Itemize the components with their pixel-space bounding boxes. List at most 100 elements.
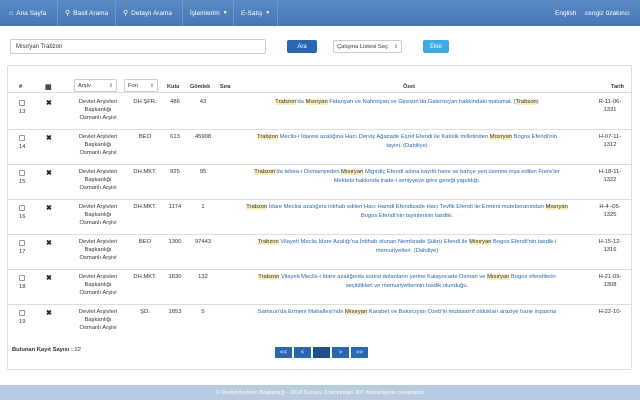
archive-line: Devlet Arşivleri (78, 309, 118, 315)
archive-line: Osmanlı Arşivi (79, 150, 117, 156)
results-table-body: 13 ✖ Devlet Arşivleri Başkanlığı Osmanlı Arş… (0, 0, 640, 330)
highlighted-term: Trabzon (275, 99, 297, 105)
summary-text: Vilayeti Meclis-i İdare azalığında süres… (279, 274, 488, 280)
remove-icon[interactable]: ✖ (46, 239, 52, 247)
row-divider (8, 164, 631, 165)
row-checkbox[interactable] (19, 170, 25, 176)
date-cell: R-11-06- 1331 (590, 98, 630, 114)
summary-text: Samsun'da Ermeni Mahallesi'nde (257, 309, 346, 315)
summary-link[interactable]: Trabzon'da tebea-i Osmaniyeden Mısıryan … (238, 168, 576, 185)
highlighted-term: Mısıryan (305, 99, 328, 105)
highlighted-term: Mısıryan (345, 309, 368, 315)
date-line: H-18-11- (598, 169, 622, 175)
summary-text: Fidanyan ve Nahroiyan ve Giresun'da Gale… (327, 99, 516, 105)
highlighted-term: Trabzon (257, 134, 279, 140)
row-checkbox[interactable] (19, 310, 25, 316)
row-checkbox[interactable] (19, 240, 25, 246)
summary-text: Bogos efendilerin (509, 274, 556, 280)
archive-line: Devlet Arşivleri (78, 134, 118, 140)
remove-icon[interactable]: ✖ (46, 274, 52, 282)
archive-line: Başkanlığı (84, 317, 112, 323)
highlighted-term: Trabzon (257, 239, 279, 245)
kutu-cell: 613 (170, 134, 180, 140)
row-number: 16 (19, 214, 26, 220)
summary-link[interactable]: Trabzon İdare Meclisi azalığına intihab … (238, 203, 576, 220)
kutu-cell: 1300 (168, 239, 182, 245)
summary-text: 'da tebea-i Osmaniyeden (275, 169, 342, 175)
archive-line: Devlet Arşivleri (78, 169, 118, 175)
archive-line: Devlet Arşivleri (78, 204, 118, 210)
date-line: H-15-12- (598, 239, 622, 245)
page-first-button[interactable]: << (274, 346, 293, 359)
date-line: 1331 (603, 107, 617, 113)
row-checkbox[interactable] (19, 135, 25, 141)
archive-line: Devlet Arşivleri (78, 239, 118, 245)
remove-icon[interactable]: ✖ (46, 309, 52, 317)
fon-cell: DH.ŞFR. (133, 99, 157, 105)
summary-link[interactable]: Trabzon Vilayeti Meclis İdare Azalığı'na… (238, 238, 576, 255)
date-line: R-11-06- (598, 99, 622, 105)
row-checkbox[interactable] (19, 205, 25, 211)
summary-text: 'da (296, 99, 306, 105)
summary-text: Karabet ve Bakırcıyan Ozeb'in mutasarrıf… (367, 309, 557, 315)
highlighted-term: Trabzon (258, 274, 280, 280)
date-line: H-22-10- (598, 309, 622, 315)
remove-icon[interactable]: ✖ (46, 99, 52, 107)
kutu-cell: 1830 (168, 274, 182, 280)
highlighted-term: Mısıryan (489, 134, 513, 140)
row-divider (8, 199, 631, 200)
gomlek-cell: 45908 (194, 134, 212, 140)
archive-line: Başkanlığı (84, 212, 112, 218)
summary-line: Bogos Efendi'nin tayinlerinin tasdiki. (238, 212, 576, 221)
archive-line: Devlet Arşivleri (78, 99, 118, 105)
summary-link[interactable]: Trabzon Meclis-i İdaresi azalığına Hacı … (238, 133, 576, 150)
summary-line: memuriyetleri. (Dahiliye) (238, 247, 576, 256)
fon-cell: DH.MKT. (133, 169, 157, 175)
archive-line: Osmanlı Arşivi (79, 290, 117, 296)
archive-cell: Devlet Arşivleri Başkanlığı Osmanlı Arşivi (70, 273, 126, 297)
date-line: 1316 (603, 247, 617, 253)
summary-link[interactable]: Trabzon Vilayeti Meclis-i İdare azalığın… (238, 273, 576, 290)
row-divider (8, 269, 631, 270)
date-line: H-4 -05- (599, 204, 621, 210)
archive-line: Başkanlığı (84, 107, 112, 113)
summary-text: seçildikleri ve memuriyetlerinin tasdik … (345, 282, 469, 289)
row-checkbox[interactable] (19, 275, 25, 281)
row-number: 19 (19, 319, 26, 325)
page-last-button[interactable]: >> (350, 346, 369, 359)
archive-line: Başkanlığı (84, 282, 112, 288)
date-cell: H-18-11- 1322 (590, 168, 630, 184)
result-count-value: 22 (74, 347, 81, 353)
result-count: Bulunan Kayıt Sayısı : 22 (12, 347, 81, 353)
pagination: << < > >> (274, 346, 369, 359)
summary-text: Bogos Efendi'nin (512, 134, 557, 140)
page-prev-button[interactable]: < (293, 346, 312, 359)
fon-cell: DH.MKT. (133, 274, 157, 280)
page-next-button[interactable]: > (331, 346, 350, 359)
row-checkbox[interactable] (19, 100, 25, 106)
summary-line: Trabzon'da tebea-i Osmaniyeden Mısıryan … (238, 168, 576, 177)
row-number: 15 (19, 179, 26, 185)
archive-line: Osmanlı Arşivi (79, 115, 117, 121)
remove-icon[interactable]: ✖ (46, 134, 52, 142)
date-line: H-21-09- (598, 274, 622, 280)
archive-line: Başkanlığı (84, 142, 112, 148)
date-line: 1308 (603, 282, 617, 288)
archive-line: Başkanlığı (84, 247, 112, 253)
page-current-button[interactable] (312, 346, 331, 359)
gomlek-cell: 95 (199, 169, 207, 175)
remove-icon[interactable]: ✖ (46, 204, 52, 212)
kutu-cell: 925 (170, 169, 180, 175)
archive-line: Devlet Arşivleri (78, 274, 118, 280)
archive-cell: Devlet Arşivleri Başkanlığı Osmanlı Arşivi (70, 168, 126, 192)
date-cell: H-21-09- 1308 (590, 273, 630, 289)
remove-icon[interactable]: ✖ (46, 169, 52, 177)
highlighted-term: Mısıryan (545, 204, 568, 210)
row-number: 17 (19, 249, 26, 255)
summary-link[interactable]: Samsun'da Ermeni Mahallesi'nde Mısıryan … (238, 308, 576, 317)
summary-link[interactable]: Trabzon'da Mısıryan Fidanyan ve Nahroiya… (238, 98, 576, 107)
fon-cell: ŞD. (140, 309, 150, 315)
summary-text: İdare Meclisi azalığına intihab edilen H… (267, 204, 546, 210)
row-number: 13 (19, 109, 26, 115)
archive-cell: Devlet Arşivleri Başkanlığı Osmanlı Arşivi (70, 238, 126, 262)
